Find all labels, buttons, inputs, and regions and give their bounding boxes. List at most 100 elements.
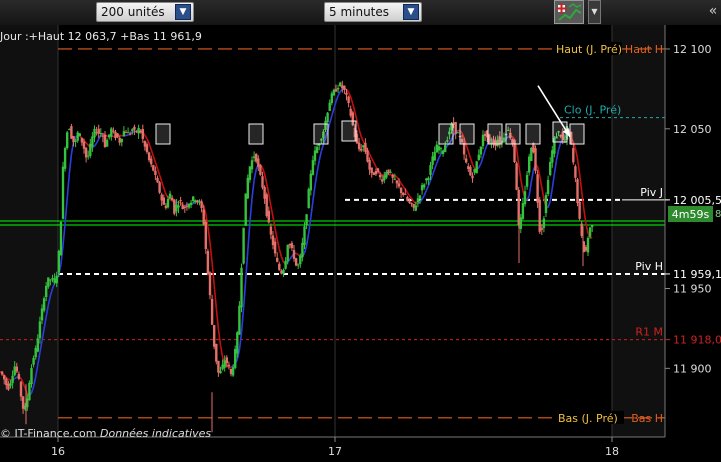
candle-body: [427, 177, 430, 181]
level-badge: 12 005,5: [673, 194, 721, 207]
candle-body: [204, 221, 207, 250]
signal-box: [487, 123, 503, 145]
candle-body: [30, 368, 33, 384]
candle-body: [78, 133, 81, 136]
candle-body: [213, 325, 216, 347]
candle-body: [162, 197, 165, 205]
candle-body: [145, 144, 149, 153]
interval-dropdown-value: 5 minutes: [329, 5, 390, 19]
candle-body: [53, 278, 56, 283]
candle-body: [173, 199, 176, 214]
candle-body: [397, 183, 401, 187]
candle-body: [208, 272, 212, 296]
candle-body: [250, 160, 254, 170]
candle-body: [341, 85, 344, 89]
candle-body: [288, 243, 291, 246]
candle-body: [381, 179, 384, 182]
candle-body: [584, 247, 588, 251]
candle-body: [91, 136, 94, 147]
candle-body: [462, 142, 466, 155]
candle-body: [261, 176, 264, 188]
candle-body: [376, 168, 380, 172]
candle-body: [87, 155, 90, 157]
candle-body: [546, 179, 550, 194]
candle-body: [431, 156, 434, 165]
indicator-tool-icon[interactable]: [554, 0, 584, 24]
candle-body: [152, 165, 155, 171]
candle-body: [572, 148, 575, 163]
x-axis: 16 17 18: [51, 437, 619, 458]
price-chart[interactable]: Haut (J. Pré) Haut H Clo (J. Pré) Piv J Piv …: [0, 25, 721, 462]
candle-body: [418, 195, 422, 199]
candle-body: [305, 214, 308, 226]
candle-body: [223, 360, 226, 368]
candle-body: [166, 198, 170, 208]
candle-body: [164, 205, 168, 208]
candle-body: [101, 135, 105, 137]
ma-segment: [14, 376, 18, 380]
candle-body: [154, 170, 157, 175]
candle-body: [40, 308, 44, 321]
candle-body: [416, 198, 420, 203]
candle-body: [515, 163, 518, 190]
candle-body: [439, 148, 443, 150]
candle-body: [481, 134, 485, 147]
candle-body: [542, 218, 546, 228]
candle-body: [362, 145, 365, 148]
candle-body: [299, 255, 302, 265]
candle-body: [332, 89, 336, 96]
candle-body: [297, 264, 300, 266]
candle-body: [345, 92, 348, 95]
candle-body: [110, 128, 113, 137]
candle-body: [234, 348, 237, 368]
candle-body: [366, 150, 369, 162]
candle-body: [343, 85, 346, 90]
indicator-menu-button[interactable]: ▼: [588, 0, 601, 24]
interval-dropdown[interactable]: 5 minutes ▼: [324, 2, 422, 22]
signal-box: [438, 123, 454, 145]
candle-body: [131, 129, 134, 132]
candle-body: [265, 194, 268, 216]
candle-body: [120, 138, 123, 143]
candle-body: [150, 158, 153, 165]
candle-body: [290, 243, 294, 249]
candle-body: [402, 193, 405, 195]
candle-body: [179, 200, 182, 202]
candle-body: [135, 130, 138, 132]
chevron-down-icon[interactable]: ▼: [403, 4, 419, 20]
candle-body: [219, 371, 222, 374]
candle-body: [11, 375, 14, 384]
candle-body: [143, 141, 147, 147]
candle-body: [374, 171, 378, 175]
candle-body: [263, 187, 266, 199]
candle-body: [221, 364, 224, 370]
candle-body: [103, 134, 107, 147]
candle-body: [240, 267, 243, 308]
candle-body: [47, 277, 50, 287]
candle-body: [586, 237, 590, 253]
watermark-source: © IT-Finance.com: [0, 427, 97, 440]
candle-body: [574, 166, 577, 178]
signal-box: [525, 123, 541, 145]
candle-body: [311, 160, 315, 175]
candle-body: [389, 171, 392, 173]
day-range-info: Jour :+Haut 12 063,7 +Bas 11 961,9: [0, 30, 202, 43]
candle-body: [21, 396, 25, 409]
candle-body: [19, 381, 23, 397]
scroll-right-button[interactable]: «: [705, 2, 721, 20]
candle-body: [525, 174, 529, 187]
candle-body: [38, 321, 42, 339]
candle-body: [292, 250, 296, 259]
chevron-down-icon[interactable]: ▼: [175, 4, 191, 20]
candle-body: [7, 383, 10, 390]
day-band: [58, 25, 335, 437]
candle-body: [32, 357, 35, 365]
candle-body: [206, 251, 210, 275]
candle-body: [242, 227, 245, 264]
candle-body: [456, 132, 459, 134]
units-dropdown[interactable]: 200 unités ▼: [96, 2, 194, 22]
candle-body: [286, 244, 289, 262]
candle-body: [238, 305, 241, 335]
units-dropdown-value: 200 unités: [101, 5, 165, 19]
candle-body: [519, 217, 522, 229]
